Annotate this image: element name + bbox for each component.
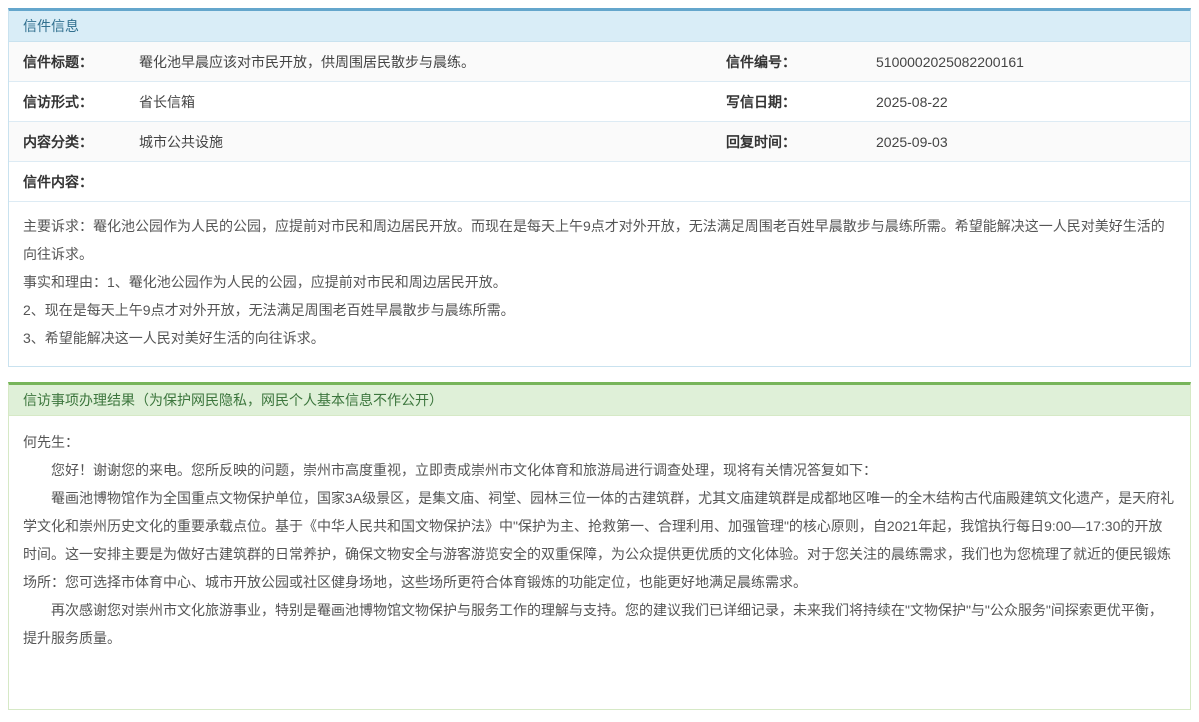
letter-content-paragraph: 2、现在是每天上午9点才对外开放，无法满足周围老百姓早晨散步与晨练所需。 — [23, 296, 1176, 324]
reply-paragraph: 再次感谢您对崇州市文化旅游事业，特别是罨画池博物馆文物保护与服务工作的理解与支持… — [23, 596, 1176, 652]
letter-info-header-title: 信件信息 — [23, 18, 79, 34]
reply-salutation: 何先生： — [23, 428, 1176, 456]
row-letter-content-label: 信件内容： — [9, 162, 1190, 202]
letter-title-label: 信件标题： — [23, 52, 139, 72]
letter-content-paragraph: 事实和理由：1、罨化池公园作为人民的公园，应提前对市民和周边居民开放。 — [23, 268, 1176, 296]
letter-title-value: 罨化池早晨应该对市民开放，供周围居民散步与晨练。 — [139, 52, 726, 72]
letter-content-paragraph: 3、希望能解决这一人民对美好生活的向往诉求。 — [23, 324, 1176, 352]
letter-content-paragraph: 主要诉求：罨化池公园作为人民的公园，应提前对市民和周边居民开放。而现在是每天上午… — [23, 212, 1176, 268]
reply-time-value: 2025-09-03 — [876, 134, 1176, 150]
reply-result-header-title: 信访事项办理结果（为保护网民隐私，网民个人基本信息不作公开） — [23, 392, 443, 408]
letter-number-value: 5100002025082200161 — [876, 54, 1176, 70]
reply-result-header: 信访事项办理结果（为保护网民隐私，网民个人基本信息不作公开） — [9, 385, 1190, 416]
reply-body: 何先生： 您好！谢谢您的来电。您所反映的问题，崇州市高度重视，立即责成崇州市文化… — [9, 416, 1190, 666]
content-category-value: 城市公共设施 — [139, 132, 726, 152]
row-petition-form: 信访形式： 省长信箱 写信日期： 2025-08-22 — [9, 82, 1190, 122]
letter-number-label: 信件编号： — [726, 52, 876, 72]
write-date-value: 2025-08-22 — [876, 94, 1176, 110]
reply-paragraph: 罨画池博物馆作为全国重点文物保护单位，国家3A级景区，是集文庙、祠堂、园林三位一… — [23, 484, 1176, 596]
reply-paragraph: 您好！谢谢您的来电。您所反映的问题，崇州市高度重视，立即责成崇州市文化体育和旅游… — [23, 456, 1176, 484]
petition-form-value: 省长信箱 — [139, 92, 726, 112]
letter-info-header: 信件信息 — [9, 11, 1190, 42]
reply-result-panel: 信访事项办理结果（为保护网民隐私，网民个人基本信息不作公开） 何先生： 您好！谢… — [8, 382, 1191, 710]
letter-info-panel: 信件信息 信件标题： 罨化池早晨应该对市民开放，供周围居民散步与晨练。 信件编号… — [8, 8, 1191, 367]
letter-content-body: 主要诉求：罨化池公园作为人民的公园，应提前对市民和周边居民开放。而现在是每天上午… — [9, 202, 1190, 366]
letter-content-label: 信件内容： — [23, 172, 1176, 192]
row-letter-title: 信件标题： 罨化池早晨应该对市民开放，供周围居民散步与晨练。 信件编号： 510… — [9, 42, 1190, 82]
content-category-label: 内容分类： — [23, 132, 139, 152]
petition-form-label: 信访形式： — [23, 92, 139, 112]
row-content-category: 内容分类： 城市公共设施 回复时间： 2025-09-03 — [9, 122, 1190, 162]
page: 信件信息 信件标题： 罨化池早晨应该对市民开放，供周围居民散步与晨练。 信件编号… — [0, 0, 1199, 722]
reply-time-label: 回复时间： — [726, 132, 876, 152]
write-date-label: 写信日期： — [726, 92, 876, 112]
